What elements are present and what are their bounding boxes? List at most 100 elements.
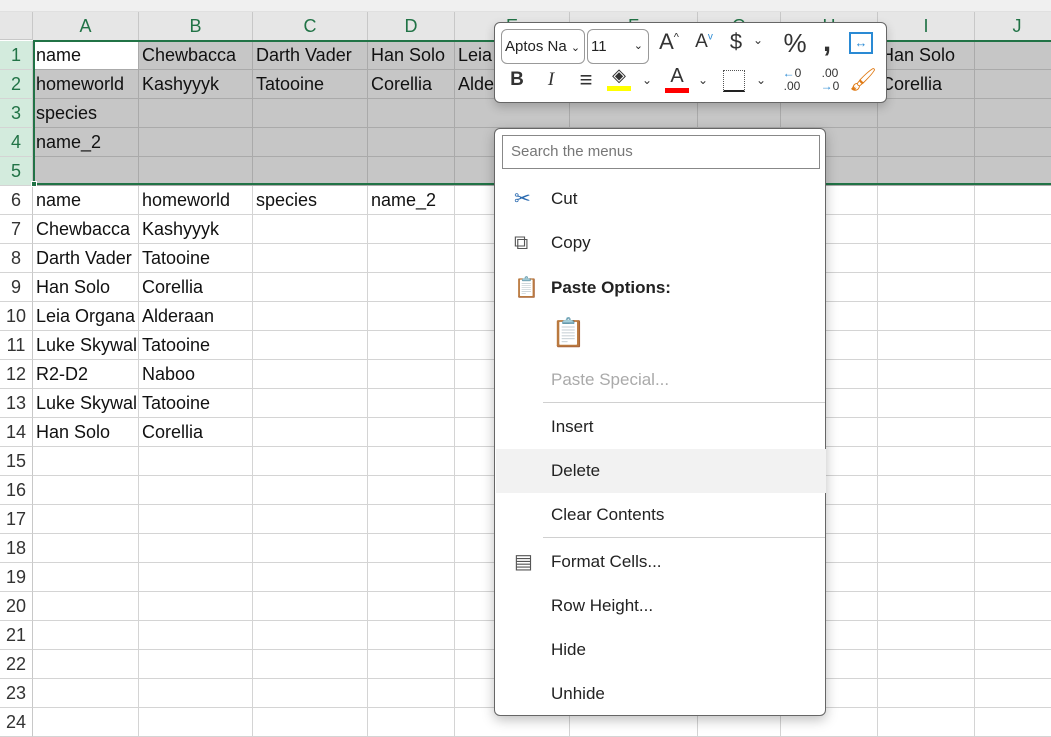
cell-D16[interactable] <box>368 476 455 505</box>
cell-C15[interactable] <box>253 447 368 476</box>
menu-item-delete[interactable]: Delete <box>496 449 826 493</box>
cell-D22[interactable] <box>368 650 455 679</box>
cell-I3[interactable] <box>878 99 975 128</box>
cell-J7[interactable] <box>975 215 1051 244</box>
currency-dropdown-icon[interactable]: ⌄ <box>751 33 765 47</box>
cell-C21[interactable] <box>253 621 368 650</box>
row-header-17[interactable]: 17 <box>0 505 33 534</box>
cell-C8[interactable] <box>253 244 368 273</box>
cell-D3[interactable] <box>368 99 455 128</box>
cell-B3[interactable] <box>139 99 253 128</box>
cell-J5[interactable] <box>975 157 1051 186</box>
cell-C11[interactable] <box>253 331 368 360</box>
cell-A6[interactable]: name <box>33 186 139 215</box>
cell-B18[interactable] <box>139 534 253 563</box>
cell-D5[interactable] <box>368 157 455 186</box>
merge-center-icon[interactable]: ↔ <box>849 32 873 54</box>
column-header-D[interactable]: D <box>368 12 455 41</box>
row-header-13[interactable]: 13 <box>0 389 33 418</box>
cell-B20[interactable] <box>139 592 253 621</box>
cell-J1[interactable] <box>975 41 1051 70</box>
cell-I10[interactable] <box>878 302 975 331</box>
cell-A9[interactable]: Han Solo <box>33 273 139 302</box>
cell-B2[interactable]: Kashyyyk <box>139 70 253 99</box>
fill-color-dropdown-icon[interactable]: ⌄ <box>641 73 653 87</box>
cell-D2[interactable]: Corellia <box>368 70 455 99</box>
cell-A1[interactable]: name <box>33 41 139 70</box>
cell-B1[interactable]: Chewbacca <box>139 41 253 70</box>
cell-D1[interactable]: Han Solo <box>368 41 455 70</box>
cell-A22[interactable] <box>33 650 139 679</box>
cell-B5[interactable] <box>139 157 253 186</box>
increase-decimal-icon[interactable]: ←0.00 <box>777 67 807 93</box>
align-center-icon[interactable]: ≡ <box>573 67 599 93</box>
cell-C24[interactable] <box>253 708 368 737</box>
bold-icon[interactable]: B <box>507 69 527 91</box>
cell-D19[interactable] <box>368 563 455 592</box>
cell-C5[interactable] <box>253 157 368 186</box>
cell-C18[interactable] <box>253 534 368 563</box>
row-header-12[interactable]: 12 <box>0 360 33 389</box>
cell-I21[interactable] <box>878 621 975 650</box>
cell-J15[interactable] <box>975 447 1051 476</box>
row-header-1[interactable]: 1 <box>0 41 33 70</box>
menu-item-cut[interactable]: ✂ Cut <box>496 177 826 221</box>
cell-B23[interactable] <box>139 679 253 708</box>
cell-D20[interactable] <box>368 592 455 621</box>
cell-C6[interactable]: species <box>253 186 368 215</box>
cell-B9[interactable]: Corellia <box>139 273 253 302</box>
cell-E3[interactable] <box>455 99 570 128</box>
cell-D10[interactable] <box>368 302 455 331</box>
cell-I16[interactable] <box>878 476 975 505</box>
cell-I22[interactable] <box>878 650 975 679</box>
cell-D17[interactable] <box>368 505 455 534</box>
font-color-icon[interactable]: A <box>665 65 689 93</box>
column-header-J[interactable]: J <box>975 12 1051 41</box>
row-header-2[interactable]: 2 <box>0 70 33 99</box>
cell-I17[interactable] <box>878 505 975 534</box>
cell-J9[interactable] <box>975 273 1051 302</box>
menu-item-insert[interactable]: Insert <box>496 405 826 449</box>
cell-D15[interactable] <box>368 447 455 476</box>
borders-icon[interactable] <box>723 70 745 92</box>
cell-C7[interactable] <box>253 215 368 244</box>
cell-D6[interactable]: name_2 <box>368 186 455 215</box>
cell-D24[interactable] <box>368 708 455 737</box>
row-header-8[interactable]: 8 <box>0 244 33 273</box>
cell-A8[interactable]: Darth Vader <box>33 244 139 273</box>
cell-J6[interactable] <box>975 186 1051 215</box>
cell-A17[interactable] <box>33 505 139 534</box>
cell-B10[interactable]: Alderaan <box>139 302 253 331</box>
column-header-A[interactable]: A <box>33 12 139 41</box>
cell-A18[interactable] <box>33 534 139 563</box>
cell-B7[interactable]: Kashyyyk <box>139 215 253 244</box>
cell-B14[interactable]: Corellia <box>139 418 253 447</box>
cell-A2[interactable]: homeworld <box>33 70 139 99</box>
cell-J2[interactable] <box>975 70 1051 99</box>
cell-B11[interactable]: Tatooine <box>139 331 253 360</box>
cell-B13[interactable]: Tatooine <box>139 389 253 418</box>
row-header-11[interactable]: 11 <box>0 331 33 360</box>
font-size-dropdown[interactable]: 11 ⌄ <box>587 29 649 64</box>
cell-C1[interactable]: Darth Vader <box>253 41 368 70</box>
font-name-dropdown[interactable]: Aptos Na ⌄ <box>501 29 585 64</box>
cell-D23[interactable] <box>368 679 455 708</box>
column-header-I[interactable]: I <box>878 12 975 41</box>
cell-A7[interactable]: Chewbacca <box>33 215 139 244</box>
cell-J23[interactable] <box>975 679 1051 708</box>
cell-H3[interactable] <box>781 99 878 128</box>
decrease-font-icon[interactable]: Av <box>690 31 718 53</box>
menu-item-clear-contents[interactable]: Clear Contents <box>496 493 826 537</box>
cell-C3[interactable] <box>253 99 368 128</box>
row-header-19[interactable]: 19 <box>0 563 33 592</box>
cell-B16[interactable] <box>139 476 253 505</box>
cell-A20[interactable] <box>33 592 139 621</box>
cell-G3[interactable] <box>698 99 781 128</box>
cell-J19[interactable] <box>975 563 1051 592</box>
cell-I1[interactable]: Han Solo <box>878 41 975 70</box>
cell-I5[interactable] <box>878 157 975 186</box>
row-header-15[interactable]: 15 <box>0 447 33 476</box>
cell-B4[interactable] <box>139 128 253 157</box>
cell-B6[interactable]: homeworld <box>139 186 253 215</box>
cell-A19[interactable] <box>33 563 139 592</box>
